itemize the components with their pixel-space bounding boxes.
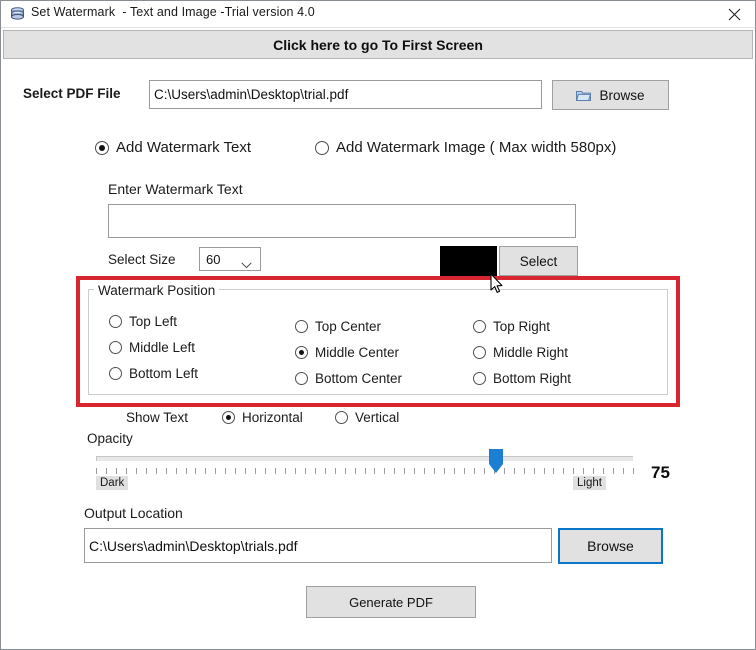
radio-middle-center[interactable]: Middle Center (295, 345, 399, 360)
color-swatch[interactable] (440, 246, 497, 277)
radio-add-watermark-text[interactable]: Add Watermark Text (95, 139, 251, 156)
radio-indicator (109, 315, 122, 328)
radio-indicator (222, 411, 235, 424)
database-stack-icon (9, 6, 26, 23)
radio-top-right[interactable]: Top Right (473, 319, 550, 334)
title-bar: Set Watermark - Text and Image -Trial ve… (1, 1, 755, 28)
radio-label: Bottom Right (493, 371, 572, 386)
radio-indicator (109, 367, 122, 380)
radio-top-center[interactable]: Top Center (295, 319, 381, 334)
radio-label: Add Watermark Image ( Max width 580px) (336, 139, 617, 156)
radio-bottom-center[interactable]: Bottom Center (295, 371, 402, 386)
radio-indicator (473, 372, 486, 385)
output-path-value: C:\Users\admin\Desktop\trials.pdf (89, 537, 298, 554)
radio-label: Middle Center (315, 345, 400, 360)
radio-indicator (295, 320, 308, 333)
generate-pdf-label: Generate PDF (349, 594, 433, 610)
radio-label: Add Watermark Text (116, 139, 252, 156)
banner-label: Click here to go To First Screen (273, 36, 483, 53)
output-path-input[interactable]: C:\Users\admin\Desktop\trials.pdf (84, 528, 552, 563)
opacity-min-label: Dark (96, 476, 129, 490)
opacity-slider-track[interactable] (96, 456, 633, 461)
chevron-down-icon (241, 256, 252, 274)
browse-source-label: Browse (599, 87, 645, 103)
browse-output-label: Browse (587, 538, 634, 554)
set-watermark-window: Set Watermark - Text and Image -Trial ve… (0, 0, 756, 650)
radio-label: Bottom Center (315, 371, 403, 386)
watermark-position-legend: Watermark Position (94, 283, 220, 298)
radio-label: Middle Left (129, 340, 196, 355)
radio-label: Middle Right (493, 345, 569, 360)
radio-bottom-left[interactable]: Bottom Left (109, 366, 198, 381)
radio-indicator (473, 320, 486, 333)
radio-label: Top Right (493, 319, 551, 334)
go-to-first-screen-banner[interactable]: Click here to go To First Screen (3, 30, 753, 59)
window-title: Set Watermark - Text and Image -Trial ve… (31, 5, 315, 19)
close-button[interactable] (712, 1, 755, 27)
opacity-max-label: Light (573, 476, 606, 490)
radio-label: Top Center (315, 319, 382, 334)
radio-label: Vertical (355, 410, 400, 425)
select-pdf-file-label: Select PDF File (23, 86, 121, 101)
radio-middle-right[interactable]: Middle Right (473, 345, 568, 360)
browse-source-button[interactable]: Browse (552, 80, 669, 110)
select-color-button[interactable]: Select (499, 246, 578, 276)
radio-indicator (109, 341, 122, 354)
radio-top-left[interactable]: Top Left (109, 314, 177, 329)
source-path-value: C:\Users\admin\Desktop\trial.pdf (154, 87, 349, 102)
select-color-label: Select (519, 253, 558, 269)
radio-label: Bottom Left (129, 366, 199, 381)
opacity-label: Opacity (87, 431, 133, 446)
radio-middle-left[interactable]: Middle Left (109, 340, 195, 355)
radio-indicator (473, 346, 486, 359)
generate-pdf-button[interactable]: Generate PDF (306, 586, 476, 618)
browse-output-button[interactable]: Browse (558, 528, 663, 564)
size-value: 60 (206, 251, 221, 267)
radio-add-watermark-image[interactable]: Add Watermark Image ( Max width 580px) (315, 139, 616, 156)
radio-label: Top Left (129, 314, 178, 329)
show-text-label: Show Text (126, 410, 189, 425)
size-dropdown[interactable]: 60 (199, 247, 261, 271)
output-location-label: Output Location (84, 505, 183, 521)
opacity-slider-thumb[interactable] (488, 448, 504, 474)
radio-bottom-right[interactable]: Bottom Right (473, 371, 571, 386)
radio-indicator (295, 372, 308, 385)
select-size-label: Select Size (108, 252, 176, 267)
radio-vertical[interactable]: Vertical (335, 410, 399, 425)
watermark-text-input[interactable] (108, 204, 576, 238)
enter-watermark-text-label: Enter Watermark Text (108, 181, 243, 197)
radio-indicator (315, 140, 329, 155)
opacity-value: 75 (651, 463, 670, 482)
source-path-input[interactable]: C:\Users\admin\Desktop\trial.pdf (149, 80, 542, 109)
opacity-slider-ticks (96, 468, 634, 475)
radio-indicator (295, 346, 308, 359)
radio-horizontal[interactable]: Horizontal (222, 410, 303, 425)
radio-label: Horizontal (242, 410, 303, 425)
radio-indicator (335, 411, 348, 424)
folder-icon (576, 89, 592, 102)
radio-indicator (95, 140, 109, 155)
